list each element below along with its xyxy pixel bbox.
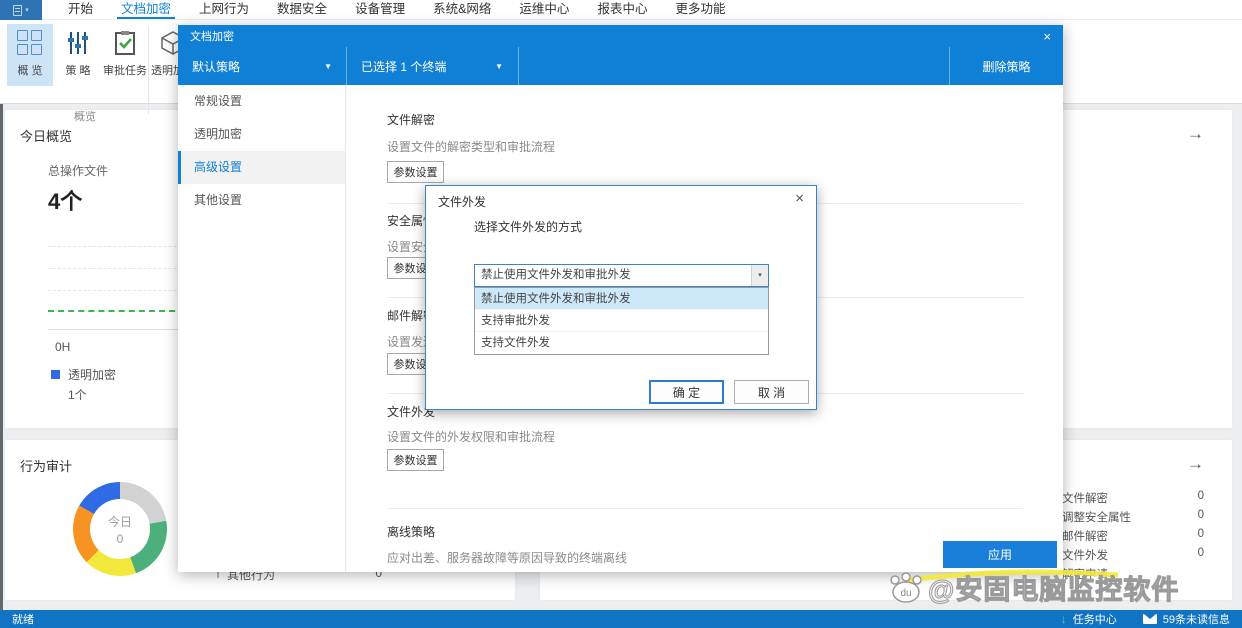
total-files-value: 4个 [48,189,83,214]
statusbar: 就绪 ↓ 任务中心 59条未读信息 [0,610,1242,628]
app-icon [13,4,23,16]
sidebar-item-advanced-settings[interactable]: 高级设置 [178,151,345,184]
dropdown-arrow-icon: ▼ [495,61,503,71]
arrow-right-icon[interactable]: → [1187,124,1204,144]
status-ready-text: 就绪 [12,614,34,626]
counter-value: 0 [1197,547,1204,559]
unread-messages-link[interactable]: 59条未读信息 [1163,611,1230,627]
section-desc: 设置文件的外发权限和审批流程 [387,430,556,444]
sidebar-item-other-settings[interactable]: 其他设置 [178,184,345,217]
x-axis-tick: 0H [55,340,71,354]
counter-label: 邮件解密 [1062,531,1108,543]
option-forbid-outgoing[interactable]: 禁止使用文件外发和审批外发 [475,288,768,310]
tab-start[interactable]: 开始 [54,0,107,19]
counter-row: 调整安全属性 0 [1062,509,1210,525]
policy-selector-dropdown[interactable]: 默认策略 ▼ [178,47,346,85]
dialog-title: 文档加密 [190,31,234,43]
section-title-offline-policy: 离线策略 [387,525,436,539]
close-icon[interactable]: × [795,190,804,207]
ribbon-group-label: 概览 [74,111,96,123]
param-settings-button[interactable]: 参数设置 [387,449,444,471]
section-desc: 应对出差、服务器故障等原因导致的终端离线 [387,551,628,565]
ribbon-approval-tasks-button[interactable]: 审批任务 [102,24,148,86]
menu-tabs: 开始 文档加密 上网行为 数据安全 设备管理 系统&网络 运维中心 报表中心 更… [54,0,739,19]
delete-policy-button[interactable]: 删除策略 [950,47,1063,85]
dialog-titlebar: 文档加密 × [178,25,1063,47]
section-title-file-decrypt: 文件解密 [387,113,436,127]
sidebar-item-transparent-encryption[interactable]: 透明加密 [178,118,345,151]
card-title: 行为审计 [20,459,73,474]
sliders-icon [68,32,88,54]
dropdown-arrow-icon: ▼ [324,61,332,71]
param-settings-button[interactable]: 参数设置 [387,161,444,183]
tab-report-center[interactable]: 报表中心 [583,0,661,19]
tab-data-security[interactable]: 数据安全 [263,0,341,19]
menubar: ▾ 开始 文档加密 上网行为 数据安全 设备管理 系统&网络 运维中心 报表中心… [0,0,1242,20]
app-menu-button[interactable]: ▾ [0,0,42,20]
audit-donut-chart: 今日 0 [73,482,167,576]
dialog-sidebar: 常规设置 透明加密 高级设置 其他设置 [178,85,346,572]
counter-label: 调整安全属性 [1062,512,1131,524]
file-outgoing-modal: 文件外发 × 选择文件外发的方式 禁止使用文件外发和审批外发 ▾ 禁止使用文件外… [425,185,817,410]
download-arrow-icon: ↓ [1060,612,1067,626]
combobox-option-list: 禁止使用文件外发和审批外发 支持审批外发 支持文件外发 [474,287,769,355]
tab-more-features[interactable]: 更多功能 [661,0,739,19]
cancel-button[interactable]: 取 消 [734,380,809,404]
donut-center-value: 0 [116,531,124,546]
counter-row: 文件外发 0 [1062,547,1210,563]
apply-button[interactable]: 应用 [943,541,1057,568]
arrow-right-icon[interactable]: → [1187,454,1204,474]
donut-center-label: 今日 [107,514,132,529]
modal-title: 文件外发 [438,195,487,209]
ok-button[interactable]: 确 定 [649,380,724,404]
tab-document-encryption[interactable]: 文档加密 [107,0,185,19]
legend-label: 透明加密 [68,368,117,382]
ribbon-overview-button[interactable]: 概 览 [7,24,53,86]
option-approval-outgoing[interactable]: 支持审批外发 [475,310,768,332]
counter-label: 解密申请 [1062,569,1108,581]
counter-label: 文件外发 [1062,550,1108,562]
dialog-toolbar: 默认策略 ▼ 已选择 1 个终端 ▼ 删除策略 [178,47,1063,85]
overview-grid-icon [17,30,43,56]
app-window: ▾ 开始 文档加密 上网行为 数据安全 设备管理 系统&网络 运维中心 报表中心… [0,0,1242,628]
card-title: 今日概览 [20,129,73,144]
counter-row: 解密申请 [1062,566,1210,582]
terminal-selector-dropdown[interactable]: 已选择 1 个终端 ▼ [347,47,517,85]
clipboard-check-icon [115,31,135,55]
sidebar-item-general-settings[interactable]: 常规设置 [178,85,345,118]
chevron-down-icon: ▾ [758,272,762,279]
counter-row: 邮件解密 0 [1062,528,1210,544]
ribbon-separator [148,26,149,114]
legend-value: 1个 [68,388,87,402]
mail-icon [1142,614,1157,624]
option-file-outgoing[interactable]: 支持文件外发 [475,332,768,354]
total-files-label: 总操作文件 [48,164,109,178]
counter-value [1204,566,1210,582]
tab-ops-center[interactable]: 运维中心 [505,0,583,19]
outgoing-mode-label: 选择文件外发的方式 [474,220,583,234]
task-center-link[interactable]: 任务中心 [1073,611,1117,627]
tab-system-network[interactable]: 系统&网络 [419,0,505,19]
outgoing-mode-combobox[interactable]: 禁止使用文件外发和审批外发 ▾ [474,264,769,287]
chevron-down-icon: ▾ [25,6,29,14]
counter-label: 文件解密 [1062,493,1108,505]
combobox-value: 禁止使用文件外发和审批外发 [481,269,631,281]
combobox-arrow-button[interactable]: ▾ [751,265,768,286]
tab-device-management[interactable]: 设备管理 [341,0,419,19]
counter-value: 0 [1197,490,1204,502]
close-icon[interactable]: × [1043,30,1051,43]
window-left-edge [0,104,3,610]
ribbon-policy-button[interactable]: 策 略 [55,24,101,86]
counter-value: 0 [1197,509,1204,521]
legend-color-square [51,370,60,379]
section-desc: 设置文件的解密类型和审批流程 [387,140,556,154]
counter-value: 0 [1197,528,1204,540]
tab-web-behavior[interactable]: 上网行为 [185,0,263,19]
counter-row: 文件解密 0 [1062,490,1210,506]
